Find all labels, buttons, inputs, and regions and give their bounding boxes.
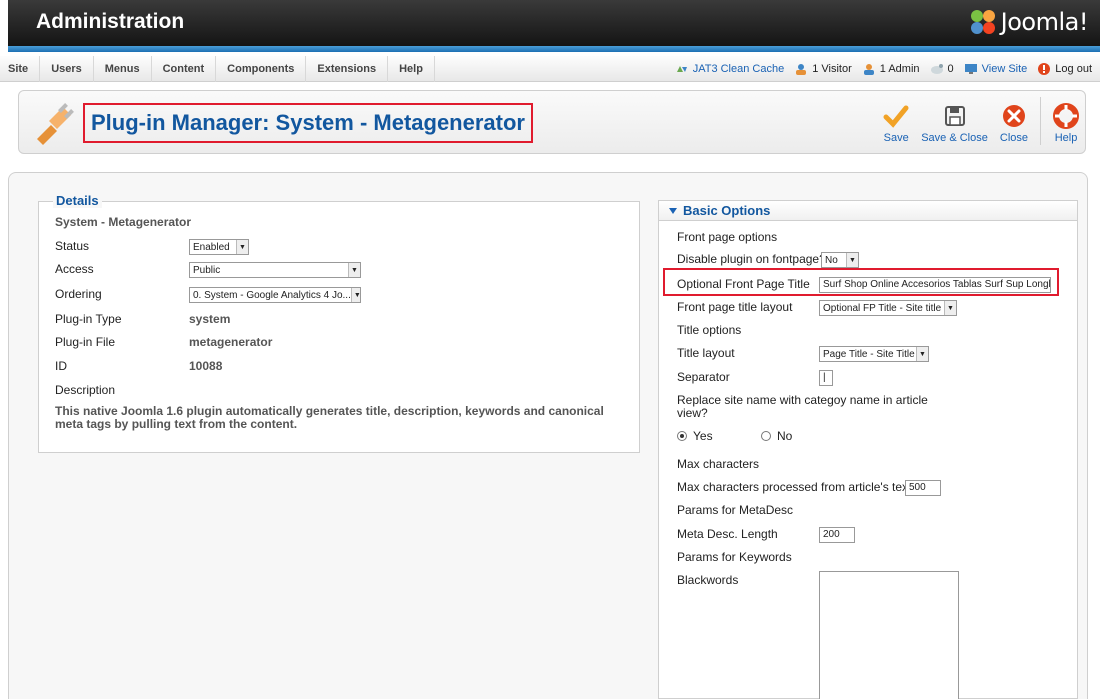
admin-title: Administration [36, 10, 185, 33]
radio-no[interactable]: No [761, 429, 792, 443]
admins-count[interactable]: 1 Admin [862, 63, 920, 75]
status-select[interactable]: Enabled ▼ [189, 239, 249, 255]
floppy-disk-icon [944, 106, 965, 126]
dropdown-arrow-icon: ▼ [350, 288, 360, 302]
messages-count[interactable]: 0 [930, 63, 954, 75]
separator-input[interactable]: | [819, 370, 833, 386]
visitors-count[interactable]: 1 Visitor [794, 63, 852, 75]
dropdown-arrow-icon: ▼ [348, 263, 360, 277]
joomla-logo-text: Joomla! [1000, 8, 1089, 36]
radio-yes-button[interactable] [677, 431, 687, 441]
view-site-link[interactable]: View Site [964, 63, 1027, 75]
radio-yes[interactable]: Yes [677, 429, 713, 443]
basic-options-header[interactable]: Basic Options [659, 201, 1077, 221]
metadesc-length-input[interactable]: 200 [819, 527, 855, 543]
admin-user-icon [863, 64, 874, 75]
details-fieldset: Details System - Metagenerator Status En… [38, 193, 640, 453]
access-select[interactable]: Public ▼ [189, 262, 361, 278]
dropdown-arrow-icon: ▼ [944, 301, 956, 315]
blackwords-textarea[interactable] [819, 571, 959, 699]
title-layout-select[interactable]: Page Title - Site Title ▼ [819, 346, 929, 362]
checkmark-icon [883, 105, 909, 128]
description-label-row: Description [55, 383, 116, 397]
header-accent-bar [8, 46, 1100, 52]
description-text: This native Joomla 1.6 plugin automatica… [55, 404, 604, 431]
menu-components[interactable]: Components [216, 56, 307, 82]
radio-no-button[interactable] [761, 431, 771, 441]
disable-fontpage-select[interactable]: No ▼ [821, 252, 859, 268]
lifebuoy-icon [1053, 103, 1079, 129]
joomla-logo-icon [969, 8, 997, 36]
dropdown-arrow-icon: ▼ [236, 240, 248, 254]
logout-link[interactable]: Log out [1037, 63, 1092, 75]
help-button[interactable]: Help [1053, 103, 1079, 145]
menu-menus[interactable]: Menus [94, 56, 152, 82]
toolbar-separator [1040, 97, 1041, 145]
save-button[interactable]: Save [883, 103, 909, 145]
message-icon [930, 64, 943, 74]
plugin-icon [37, 103, 74, 145]
details-legend: Details [53, 193, 102, 208]
toolbar-box: Plug-in Manager: System - Metagenerator … [18, 90, 1086, 154]
ordering-select[interactable]: 0. System - Google Analytics 4 Jo... ▼ [189, 287, 361, 303]
save-close-button[interactable]: Save & Close [921, 103, 988, 145]
monitor-icon [964, 64, 977, 74]
dropdown-arrow-icon: ▼ [916, 347, 928, 361]
main-menu-bar: Site Users Menus Content Components Exte… [0, 56, 1100, 82]
collapse-triangle-icon [669, 208, 677, 214]
menu-help[interactable]: Help [388, 56, 435, 82]
joomla-logo[interactable]: Joomla! [969, 8, 1089, 36]
max-processed-input[interactable]: 500 [905, 480, 941, 496]
plugin-name: System - Metagenerator [55, 215, 192, 229]
menu-site[interactable]: Site [0, 56, 41, 82]
menu-users[interactable]: Users [40, 56, 94, 82]
clean-cache-link[interactable]: JAT3 Clean Cache [675, 63, 784, 75]
menu-content[interactable]: Content [152, 56, 217, 82]
menu-extensions[interactable]: Extensions [306, 56, 389, 82]
recycle-icon [676, 66, 687, 72]
logout-icon [1038, 63, 1051, 75]
admin-header: Administration Joomla! [8, 0, 1100, 46]
highlight-fp-title [663, 268, 1059, 296]
dropdown-arrow-icon: ▼ [846, 253, 858, 267]
close-icon [1002, 105, 1025, 127]
fp-title-layout-select[interactable]: Optional FP Title - Site title ▼ [819, 300, 957, 316]
close-button[interactable]: Close [1000, 103, 1028, 145]
page-title: Plug-in Manager: System - Metagenerator [83, 103, 533, 143]
visitor-icon [796, 64, 807, 75]
